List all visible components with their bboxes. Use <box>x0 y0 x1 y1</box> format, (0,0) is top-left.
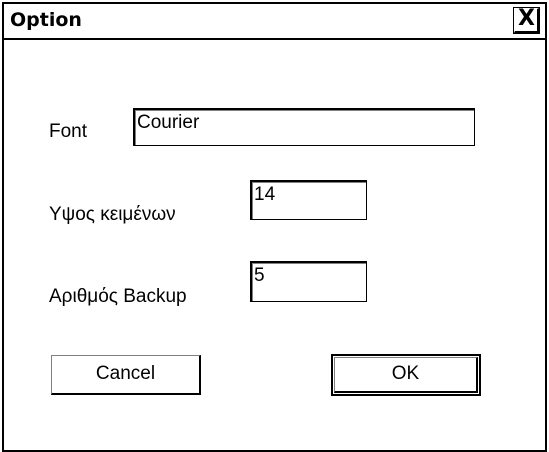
close-icon: X <box>518 6 535 31</box>
cancel-button[interactable]: Cancel <box>51 355 201 395</box>
option-dialog: Option X Font Courier Υψος κειμένων 14 Α… <box>0 0 549 452</box>
backup-count-label: Αριθμός Backup <box>49 286 187 307</box>
backup-count-input[interactable]: 5 <box>250 261 367 302</box>
font-label: Font <box>49 121 88 142</box>
title-bar[interactable]: Option X <box>4 4 545 40</box>
close-button[interactable]: X <box>513 6 540 34</box>
dialog-title: Option <box>10 9 82 31</box>
cancel-button-label: Cancel <box>95 363 156 384</box>
text-size-input[interactable]: 14 <box>250 180 367 220</box>
text-size-label: Υψος κειμένων <box>49 204 176 225</box>
ok-button-label: OK <box>391 363 420 384</box>
ok-button-inner: OK <box>334 357 478 393</box>
font-input[interactable]: Courier <box>133 108 475 146</box>
ok-button[interactable]: OK <box>331 354 481 396</box>
